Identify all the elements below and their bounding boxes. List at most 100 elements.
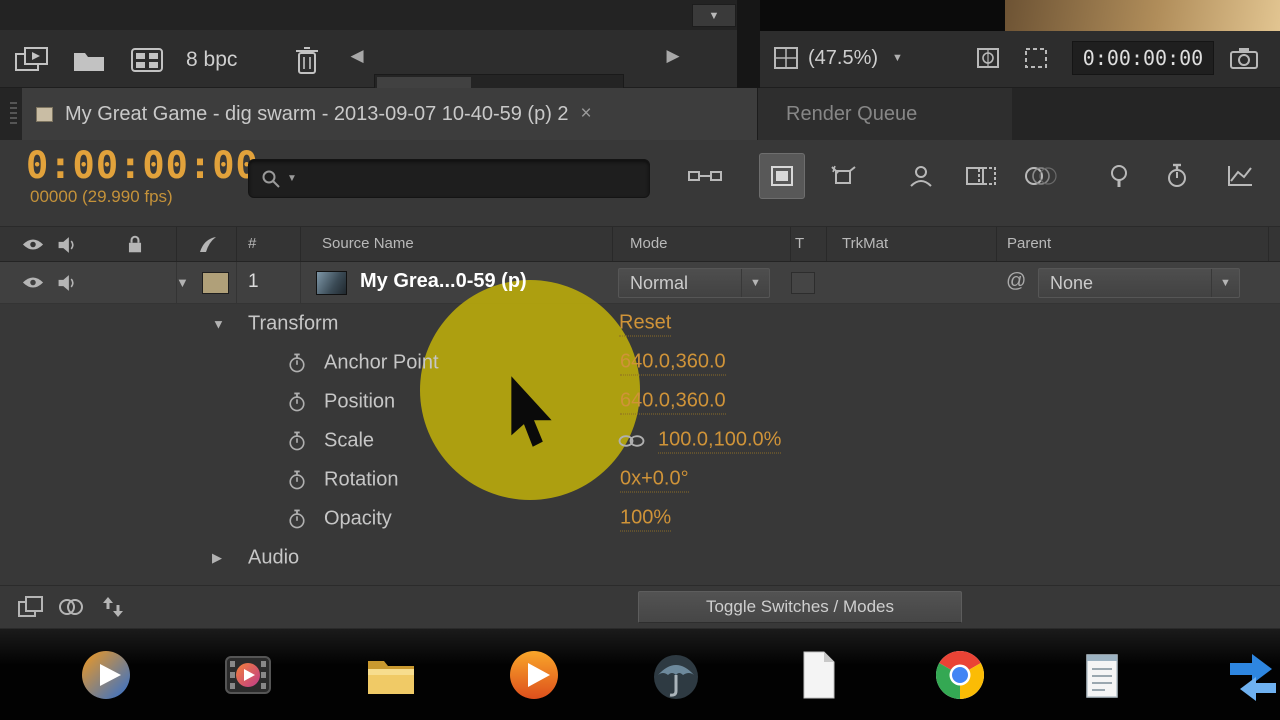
- col-parent[interactable]: Parent: [1007, 235, 1051, 252]
- taskbar-file-explorer[interactable]: [364, 648, 418, 702]
- parent-pickwhip-icon[interactable]: @: [1006, 270, 1026, 293]
- property-value[interactable]: 640.0,360.0: [620, 389, 726, 414]
- layer-label-swatch[interactable]: [202, 272, 229, 294]
- bit-depth-button[interactable]: 8 bpc: [186, 48, 237, 72]
- column-divider[interactable]: [790, 227, 791, 261]
- grid-options-button[interactable]: [766, 39, 806, 77]
- stopwatch-icon[interactable]: [288, 391, 306, 412]
- taskbar-notepad[interactable]: [1075, 648, 1129, 702]
- motion-blur-button[interactable]: [1018, 153, 1064, 199]
- layer-eye-icon[interactable]: [22, 275, 44, 290]
- blend-mode-dropdown[interactable]: Normal ▼: [618, 268, 770, 298]
- column-divider[interactable]: [996, 227, 997, 261]
- layer-name[interactable]: My Grea...0-59 (p): [360, 270, 527, 293]
- transform-reset-link[interactable]: Reset: [619, 311, 671, 336]
- column-divider[interactable]: [1268, 227, 1269, 261]
- column-divider[interactable]: [826, 227, 827, 261]
- audio-group-row[interactable]: ▶ Audio: [0, 538, 1280, 577]
- delete-item-button[interactable]: [286, 42, 328, 78]
- interpret-footage-icon: [15, 46, 51, 74]
- expand-inout-panes-button[interactable]: [96, 592, 130, 622]
- frame-blending-button[interactable]: [958, 153, 1004, 199]
- property-label[interactable]: Opacity: [324, 507, 392, 530]
- live-update-button[interactable]: [759, 153, 805, 199]
- group-expand-triangle-icon[interactable]: ▶: [212, 550, 222, 566]
- column-divider[interactable]: [176, 227, 177, 261]
- preserve-transparency-checkbox[interactable]: [791, 272, 815, 294]
- taskbar-blank-document[interactable]: [791, 648, 845, 702]
- layer-expand-triangle-icon[interactable]: ▼: [176, 275, 189, 290]
- new-composition-button[interactable]: [126, 42, 168, 78]
- composition-timecode[interactable]: 0:00:00:00: [1072, 41, 1214, 75]
- taskbar-chrome[interactable]: [933, 648, 987, 702]
- stopwatch-icon[interactable]: [288, 508, 306, 529]
- property-value[interactable]: 640.0,360.0: [620, 350, 726, 375]
- interpret-footage-button[interactable]: [12, 42, 54, 78]
- folder-icon: [364, 651, 418, 699]
- graph-editor-button[interactable]: [1217, 153, 1263, 199]
- scroll-left-button[interactable]: ◀: [344, 46, 370, 66]
- audio-group-label[interactable]: Audio: [248, 546, 299, 569]
- panel-tab-bar: My Great Game - dig swarm - 2013-09-07 1…: [0, 88, 1280, 140]
- close-icon[interactable]: ×: [581, 103, 592, 125]
- snapshot-button[interactable]: [1224, 39, 1264, 77]
- after-effects-screen: ▼ 8 bpc ◀ ▶ (47.5%) ▼: [0, 0, 1280, 720]
- constrain-link-icon[interactable]: [618, 434, 646, 448]
- stopwatch-icon[interactable]: [288, 430, 306, 451]
- parent-dropdown[interactable]: None ▼: [1038, 268, 1240, 298]
- brainstorm-button[interactable]: [1096, 153, 1142, 199]
- column-divider[interactable]: [300, 227, 301, 261]
- col-mode[interactable]: Mode: [630, 235, 668, 252]
- taskbar-windows-media-player[interactable]: [79, 648, 133, 702]
- transform-group-label[interactable]: Transform: [248, 312, 338, 335]
- property-label[interactable]: Position: [324, 390, 395, 413]
- property-row-position[interactable]: Position 640.0,360.0: [0, 382, 1280, 421]
- region-of-interest-button[interactable]: [1016, 39, 1056, 77]
- property-label[interactable]: Anchor Point: [324, 351, 439, 374]
- hide-shy-layers-button[interactable]: [898, 153, 944, 199]
- taskbar-media-player-orange[interactable]: [507, 648, 561, 702]
- new-folder-button[interactable]: [68, 42, 110, 78]
- search-caret-icon[interactable]: ▼: [287, 173, 297, 184]
- layer-audio-icon[interactable]: [57, 274, 76, 292]
- draft-3d-button[interactable]: [820, 153, 866, 199]
- frame-rate-info: 00000 (29.990 fps): [30, 187, 173, 207]
- property-label[interactable]: Scale: [324, 429, 374, 452]
- expand-layer-switches-button[interactable]: [14, 592, 48, 622]
- toggle-switches-modes-button[interactable]: Toggle Switches / Modes: [638, 591, 962, 623]
- property-value[interactable]: 100%: [620, 506, 671, 531]
- tab-timeline[interactable]: My Great Game - dig swarm - 2013-09-07 1…: [22, 88, 757, 140]
- property-value[interactable]: 0x+0.0°: [620, 467, 689, 492]
- property-row-anchor-point[interactable]: Anchor Point 640.0,360.0: [0, 343, 1280, 382]
- magnification-dropdown[interactable]: (47.5%) ▼: [808, 41, 958, 75]
- property-row-opacity[interactable]: Opacity 100%: [0, 499, 1280, 538]
- mini-flowchart-button[interactable]: [682, 153, 728, 199]
- property-value[interactable]: 100.0,100.0%: [658, 428, 781, 453]
- group-collapse-triangle-icon[interactable]: ▼: [212, 316, 225, 331]
- col-number[interactable]: #: [248, 235, 256, 252]
- layer-row[interactable]: ▼ 1 My Grea...0-59 (p) Normal ▼ @ None ▼: [0, 262, 1280, 304]
- property-row-rotation[interactable]: Rotation 0x+0.0°: [0, 460, 1280, 499]
- column-divider[interactable]: [236, 227, 237, 261]
- transform-group-row[interactable]: ▼ Transform Reset: [0, 304, 1280, 343]
- taskbar-movie-maker[interactable]: [221, 648, 275, 702]
- property-label[interactable]: Rotation: [324, 468, 399, 491]
- transparency-grid-button[interactable]: [968, 39, 1008, 77]
- taskbar-umbrella-app[interactable]: [649, 648, 703, 702]
- col-trkmat[interactable]: TrkMat: [842, 235, 888, 252]
- timeline-search-input[interactable]: ▼: [248, 159, 650, 198]
- auto-keyframe-button[interactable]: [1154, 153, 1200, 199]
- taskbar-blue-arrows[interactable]: [1226, 648, 1280, 702]
- col-t[interactable]: T: [795, 235, 804, 252]
- stopwatch-icon[interactable]: [288, 469, 306, 490]
- expand-transfer-controls-button[interactable]: [54, 592, 88, 622]
- tab-render-queue[interactable]: Render Queue: [757, 88, 1012, 140]
- scroll-right-button[interactable]: ▶: [660, 46, 686, 66]
- panel-scroll-button[interactable]: ▼: [692, 4, 736, 27]
- panel-grip[interactable]: [10, 102, 17, 126]
- column-divider[interactable]: [612, 227, 613, 261]
- stopwatch-icon[interactable]: [288, 352, 306, 373]
- col-source-name[interactable]: Source Name: [322, 235, 414, 252]
- property-row-scale[interactable]: Scale 100.0,100.0%: [0, 421, 1280, 460]
- current-time-display[interactable]: 0:00:00:00: [26, 144, 259, 187]
